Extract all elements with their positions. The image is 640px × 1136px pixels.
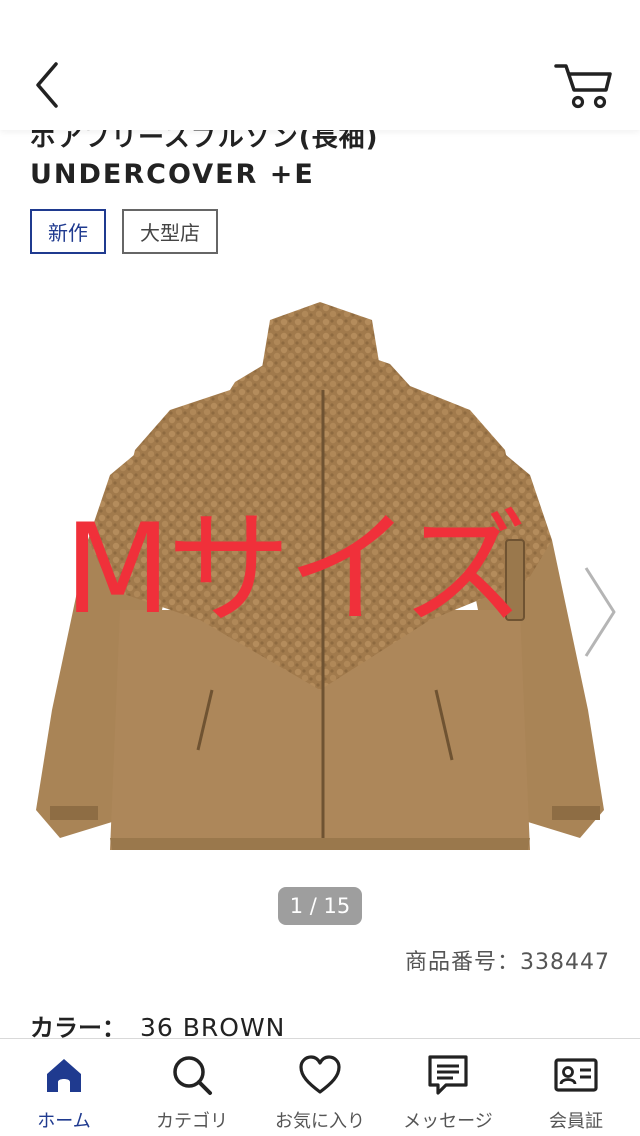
- tab-category[interactable]: カテゴリ: [128, 1039, 256, 1136]
- back-button[interactable]: [28, 58, 68, 112]
- product-number: 商品番号：338447: [405, 950, 610, 975]
- member-card-icon: [554, 1058, 598, 1092]
- cart-icon: [554, 64, 612, 109]
- home-icon: [47, 1059, 81, 1092]
- chevron-left-icon: [36, 62, 58, 108]
- tab-messages[interactable]: メッセージ: [384, 1039, 512, 1136]
- product-brand: UNDERCOVER +E: [30, 159, 315, 190]
- cart-button[interactable]: [552, 60, 616, 110]
- tag-large-store: 大型店: [122, 209, 218, 254]
- search-icon: [173, 1056, 212, 1095]
- next-image-button[interactable]: [580, 562, 620, 662]
- heart-icon: [299, 1055, 341, 1094]
- tab-member-card-label: 会員証: [549, 1111, 603, 1132]
- tab-member-card[interactable]: 会員証: [512, 1039, 640, 1136]
- tab-favorites-label: お気に入り: [275, 1111, 365, 1132]
- tab-category-label: カテゴリ: [156, 1111, 228, 1132]
- app-header: [0, 0, 640, 130]
- size-overlay-text: Mサイズ: [64, 498, 527, 642]
- tab-messages-label: メッセージ: [403, 1111, 493, 1132]
- image-pager: 1 / 15: [278, 887, 362, 925]
- bottom-tab-bar: ホーム カテゴリ お気に入り メッセージ 会員証: [0, 1038, 640, 1136]
- tab-favorites[interactable]: お気に入り: [256, 1039, 384, 1136]
- product-tags: 新作 大型店: [30, 209, 218, 254]
- chevron-right-icon: [584, 567, 616, 657]
- tab-home[interactable]: ホーム: [0, 1039, 128, 1136]
- tab-home-label: ホーム: [37, 1111, 91, 1132]
- tag-new: 新作: [30, 209, 106, 254]
- message-icon: [428, 1055, 468, 1095]
